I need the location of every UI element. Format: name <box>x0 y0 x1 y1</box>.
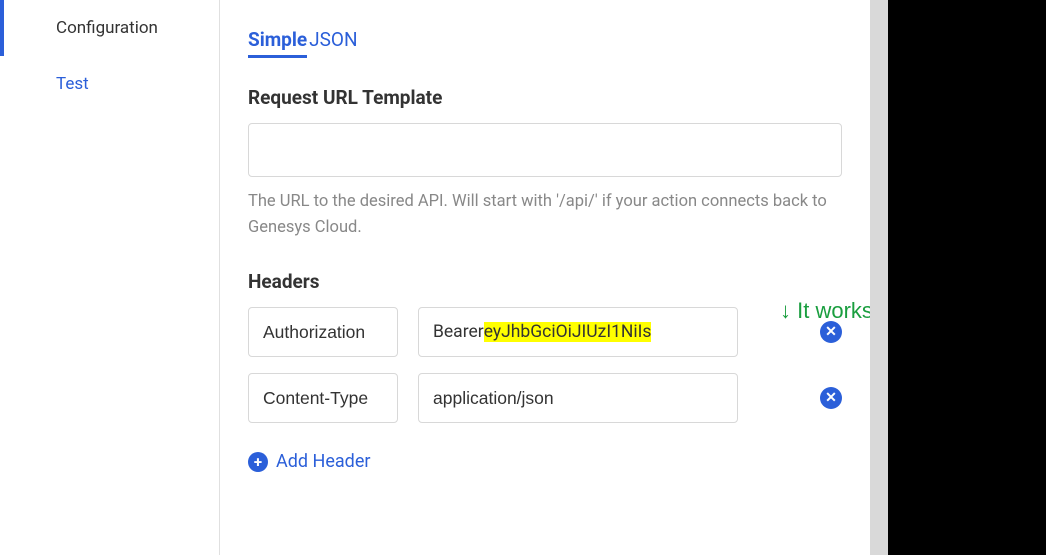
header-value-input[interactable] <box>418 373 738 423</box>
sidebar-item-configuration[interactable]: Configuration <box>0 0 219 56</box>
header-value-prefix: Bearer <box>433 322 484 342</box>
headers-label: Headers <box>248 270 842 293</box>
scrollbar-gutter[interactable] <box>870 0 888 555</box>
format-tabs: Simple JSON <box>248 28 842 58</box>
header-key-input[interactable] <box>248 307 398 357</box>
close-icon: ✕ <box>825 324 837 340</box>
annotation-text: ↓ It works when paste here. <box>780 298 870 324</box>
plus-icon: + <box>248 452 268 472</box>
remove-header-button[interactable]: ✕ <box>820 321 842 343</box>
url-template-helper: The URL to the desired API. Will start w… <box>248 189 842 240</box>
url-template-input[interactable] <box>248 123 842 177</box>
header-key-input[interactable] <box>248 373 398 423</box>
sidebar: Configuration Test <box>0 0 220 555</box>
sidebar-item-label: Configuration <box>56 18 158 38</box>
content-panel: Simple JSON Request URL Template The URL… <box>220 0 870 555</box>
header-row: ✕ <box>248 373 842 423</box>
app-container: Configuration Test Simple JSON Request U… <box>0 0 888 555</box>
add-header-label: Add Header <box>276 451 370 472</box>
tab-simple[interactable]: Simple <box>248 28 307 58</box>
sidebar-item-test[interactable]: Test <box>0 56 219 112</box>
close-icon: ✕ <box>825 390 837 406</box>
add-header-button[interactable]: + Add Header <box>248 451 842 472</box>
url-template-label: Request URL Template <box>248 86 842 109</box>
remove-header-button[interactable]: ✕ <box>820 387 842 409</box>
sidebar-item-label: Test <box>56 74 89 94</box>
header-value-token: eyJhbGciOiJIUzI1NiIs <box>484 322 652 342</box>
header-value-input[interactable]: Bearer eyJhbGciOiJIUzI1NiIs <box>418 307 738 357</box>
tab-json[interactable]: JSON <box>309 28 357 58</box>
header-row: Bearer eyJhbGciOiJIUzI1NiIs ✕ <box>248 307 842 357</box>
